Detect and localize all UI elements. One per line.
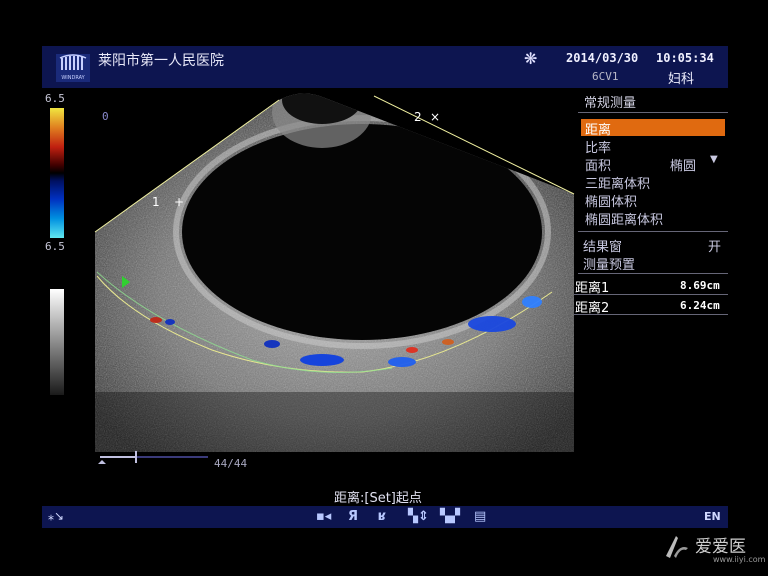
ultrasound-image: 0 1 + 2 ×: [94, 93, 575, 452]
exam-time: 10:05:34: [656, 51, 714, 65]
grayscale-bar: [50, 289, 64, 395]
caliper-2-label: 2: [414, 110, 422, 124]
color-map-icon[interactable]: ▚▞: [440, 509, 460, 524]
color-scale-top-label: 6.5: [45, 92, 65, 105]
menu-item-ellipse-distance-volume[interactable]: 椭圆距离体积: [585, 209, 663, 228]
area-method-select[interactable]: 椭圆: [670, 155, 696, 174]
svg-text:WINDRAY: WINDRAY: [61, 75, 85, 81]
watermark-logo-icon: [666, 536, 688, 558]
toolbar-icon-flip[interactable]: ʁ: [378, 509, 386, 524]
trackball-mode-icon[interactable]: ▪◂: [316, 509, 331, 524]
result-window-label[interactable]: 结果窗: [583, 236, 622, 255]
snowflake-icon: ❋: [524, 49, 538, 68]
caliper-1-label: 1: [152, 195, 160, 209]
cursor-icon: ⁎↘: [48, 509, 65, 523]
menu-item-ratio[interactable]: 比率: [585, 137, 611, 156]
menu-item-area[interactable]: 面积: [585, 155, 611, 174]
windray-logo: WINDRAY: [56, 54, 90, 82]
depth-zero-label: 0: [102, 110, 109, 123]
toolbar-icon-r[interactable]: Я: [348, 509, 358, 524]
chevron-down-icon[interactable]: ▼: [710, 154, 718, 165]
caliper-2-cross-icon: ×: [430, 110, 440, 124]
cine-frame-counter: 44/44: [214, 457, 248, 470]
result-distance-2-value: 6.24cm: [680, 299, 720, 312]
report-icon[interactable]: ▤: [474, 509, 486, 524]
exam-date: 2014/03/30: [566, 51, 639, 65]
menu-item-distance[interactable]: 距离: [585, 119, 611, 138]
hospital-name: 莱阳市第一人民医院: [98, 53, 224, 69]
measure-preset-item[interactable]: 测量预置: [583, 254, 635, 273]
watermark-text: 爱爱医: [695, 537, 746, 557]
result-window-toggle[interactable]: 开: [708, 236, 721, 255]
color-scale-bottom-label: 6.5: [45, 240, 65, 253]
department-label: 妇科: [668, 72, 695, 87]
color-updown-icon[interactable]: ▚⇕: [408, 509, 429, 524]
menu-item-ellipse-volume[interactable]: 椭圆体积: [585, 191, 637, 210]
result-distance-1-value: 8.69cm: [680, 279, 720, 292]
watermark-url: www.iiyi.com: [713, 555, 766, 564]
result-divider: [574, 294, 728, 295]
menu-item-three-distance-volume[interactable]: 三距离体积: [585, 173, 650, 192]
cine-loop-slider[interactable]: [96, 448, 212, 466]
menu-divider: [578, 231, 728, 232]
caliper-1-cross-icon: +: [174, 195, 184, 209]
measure-prompt: 距离:[Set]起点: [334, 491, 422, 506]
menu-divider: [578, 112, 728, 113]
probe-label: 6CV1: [592, 70, 619, 83]
result-divider: [574, 314, 728, 315]
measure-menu-title: 常规测量: [584, 96, 637, 111]
menu-divider: [578, 273, 728, 274]
language-indicator: EN: [704, 510, 721, 523]
color-velocity-scale: [50, 108, 64, 238]
